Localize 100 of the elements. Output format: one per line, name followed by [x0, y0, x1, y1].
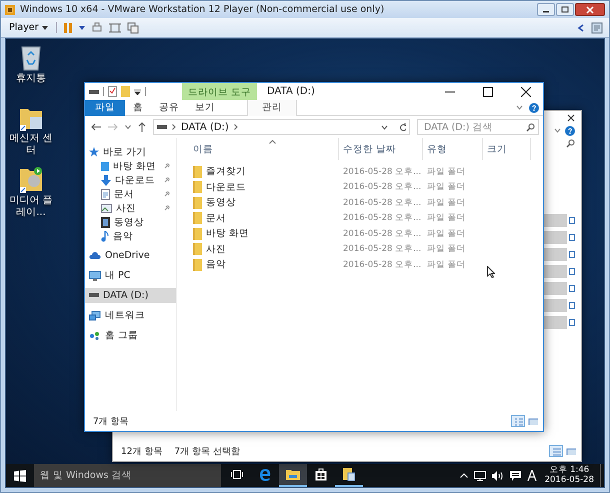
drive-icon	[89, 88, 99, 94]
devices-icon[interactable]	[90, 22, 103, 34]
file-icon	[569, 217, 575, 224]
breadcrumb[interactable]: DATA (D:)	[181, 122, 229, 132]
type-cell-text: 파일 폴더	[426, 212, 467, 224]
app-icon	[4, 4, 16, 16]
chevron-down-icon[interactable]	[125, 125, 131, 129]
type-cell-text: 파일 폴더	[426, 243, 467, 256]
unity-icon[interactable]	[126, 22, 139, 34]
file-icon	[569, 319, 575, 326]
document-icon	[101, 188, 110, 200]
file-name[interactable]: 사진	[206, 242, 226, 256]
clock-date: 2016-05-28	[544, 476, 594, 485]
search-field[interactable]: DATA (D:) 검색	[417, 119, 539, 135]
column-header[interactable]: 이름	[189, 138, 339, 160]
window-title: DATA (D:)	[267, 86, 315, 97]
chevron-down-icon[interactable]	[554, 128, 561, 133]
speaker-icon[interactable]	[492, 470, 504, 480]
details-view-icon[interactable]	[511, 415, 525, 427]
document-folder-icon	[343, 468, 355, 481]
close-button[interactable]	[575, 3, 605, 16]
mouse-pointer-icon	[487, 266, 495, 278]
nav-item[interactable]: 문서	[85, 187, 176, 201]
file-name[interactable]: 즐겨찾기	[206, 165, 246, 178]
back-arrow-icon[interactable]	[91, 123, 101, 131]
nav-item[interactable]: 사진	[85, 201, 176, 215]
file-icon	[569, 251, 575, 258]
up-arrow-icon[interactable]	[138, 122, 146, 132]
ribbon-tab[interactable]: 홈	[125, 100, 151, 116]
file-name[interactable]: 문서	[206, 212, 226, 225]
close-icon[interactable]	[567, 114, 575, 122]
file-icon	[569, 234, 575, 241]
nav-item[interactable]: 바탕 화면	[85, 159, 176, 173]
chevron-down-icon[interactable]	[381, 124, 388, 130]
input-method-icon[interactable]	[526, 470, 537, 481]
clock[interactable]: 오후 1:46 2016-05-28	[540, 464, 600, 487]
network-icon	[89, 310, 101, 320]
thumbnails-view-icon[interactable]	[565, 446, 577, 456]
browser-e-icon	[259, 468, 271, 480]
folder-icon	[193, 243, 202, 256]
maximize-button[interactable]	[556, 3, 574, 16]
maximize-icon	[483, 86, 493, 96]
notification-icon[interactable]	[510, 470, 521, 480]
status-text: 12개 항목	[121, 446, 162, 458]
thumbnails-view-icon[interactable]	[527, 416, 539, 426]
file-name[interactable]: 바탕 화면	[206, 227, 250, 240]
window-title: Windows 10 x64 - VMware Workstation 12 Player (Non-commercial use only)	[20, 4, 384, 15]
nav-item[interactable]: 내 PC	[85, 268, 176, 283]
column-header[interactable]: 크기	[483, 138, 531, 160]
desktop-icon-label: 휴지통	[16, 73, 46, 84]
chevron-left-icon[interactable]	[577, 24, 585, 32]
type-cell-text: 파일 폴더	[426, 166, 467, 178]
ribbon-tab[interactable]: 공유	[151, 100, 187, 116]
date-cell-text: 2016-05-28 오후...	[342, 181, 422, 194]
nav-item[interactable]: 네트워크	[85, 308, 176, 323]
date-cell-text: 2016-05-28 오후...	[342, 166, 422, 178]
caret-icon[interactable]	[78, 26, 85, 30]
properties-icon[interactable]	[108, 86, 117, 97]
file-name[interactable]: 음악	[206, 258, 226, 272]
close-icon	[586, 6, 594, 14]
date-cell-text: 2016-05-28 오후...	[342, 212, 422, 224]
player-menu-button[interactable]: Player	[7, 22, 57, 33]
details-view-icon[interactable]	[549, 445, 563, 457]
monitor-icon	[89, 270, 101, 280]
file-tab[interactable]: 파일	[85, 100, 125, 116]
drive-icon	[89, 293, 99, 298]
customize-toolbar-icon[interactable]	[134, 88, 141, 94]
drive-icon	[157, 124, 167, 130]
nav-item[interactable]: 음악	[85, 229, 176, 243]
column-header[interactable]: 유형	[423, 138, 483, 160]
search-box[interactable]: 웹 및 Windows 검색	[34, 464, 221, 487]
nav-item[interactable]: DATA (D:)	[85, 288, 176, 303]
date-cell-text: 2016-05-28 오후...	[342, 196, 422, 209]
taskbar-app-button[interactable]	[279, 464, 307, 487]
picture-icon	[101, 204, 112, 212]
refresh-icon[interactable]	[397, 122, 406, 132]
column-header[interactable]: 수정한 날짜	[339, 138, 423, 160]
cloud-icon	[89, 252, 101, 260]
message-log-icon[interactable]	[591, 22, 603, 34]
help-icon[interactable]	[529, 102, 539, 112]
address-bar[interactable]: DATA (D:)	[153, 119, 410, 135]
folder-icon	[193, 166, 202, 178]
maximize-icon	[561, 6, 569, 13]
nav-item[interactable]: 홈 그룹	[85, 328, 176, 343]
fit-window-icon[interactable]	[108, 22, 121, 34]
homegroup-icon	[89, 332, 101, 340]
file-name[interactable]: 동영상	[206, 196, 236, 210]
status-text: 7개 항목 선택함	[174, 446, 240, 458]
file-name[interactable]: 다운로드	[206, 180, 246, 194]
network-monitor-icon[interactable]	[474, 470, 486, 480]
search-icon[interactable]	[566, 139, 575, 148]
nav-item[interactable]: OneDrive	[85, 248, 176, 263]
ribbon-tab[interactable]: 보기	[187, 100, 223, 116]
help-icon[interactable]	[565, 126, 575, 136]
minimize-button[interactable]	[537, 3, 555, 16]
nav-item[interactable]: 바로 가기	[85, 144, 176, 159]
nav-item[interactable]: 다운로드	[85, 173, 176, 187]
nav-item[interactable]: 동영상	[85, 215, 176, 229]
chevron-down-icon[interactable]	[516, 105, 523, 110]
chevron-up-icon[interactable]	[460, 473, 468, 478]
